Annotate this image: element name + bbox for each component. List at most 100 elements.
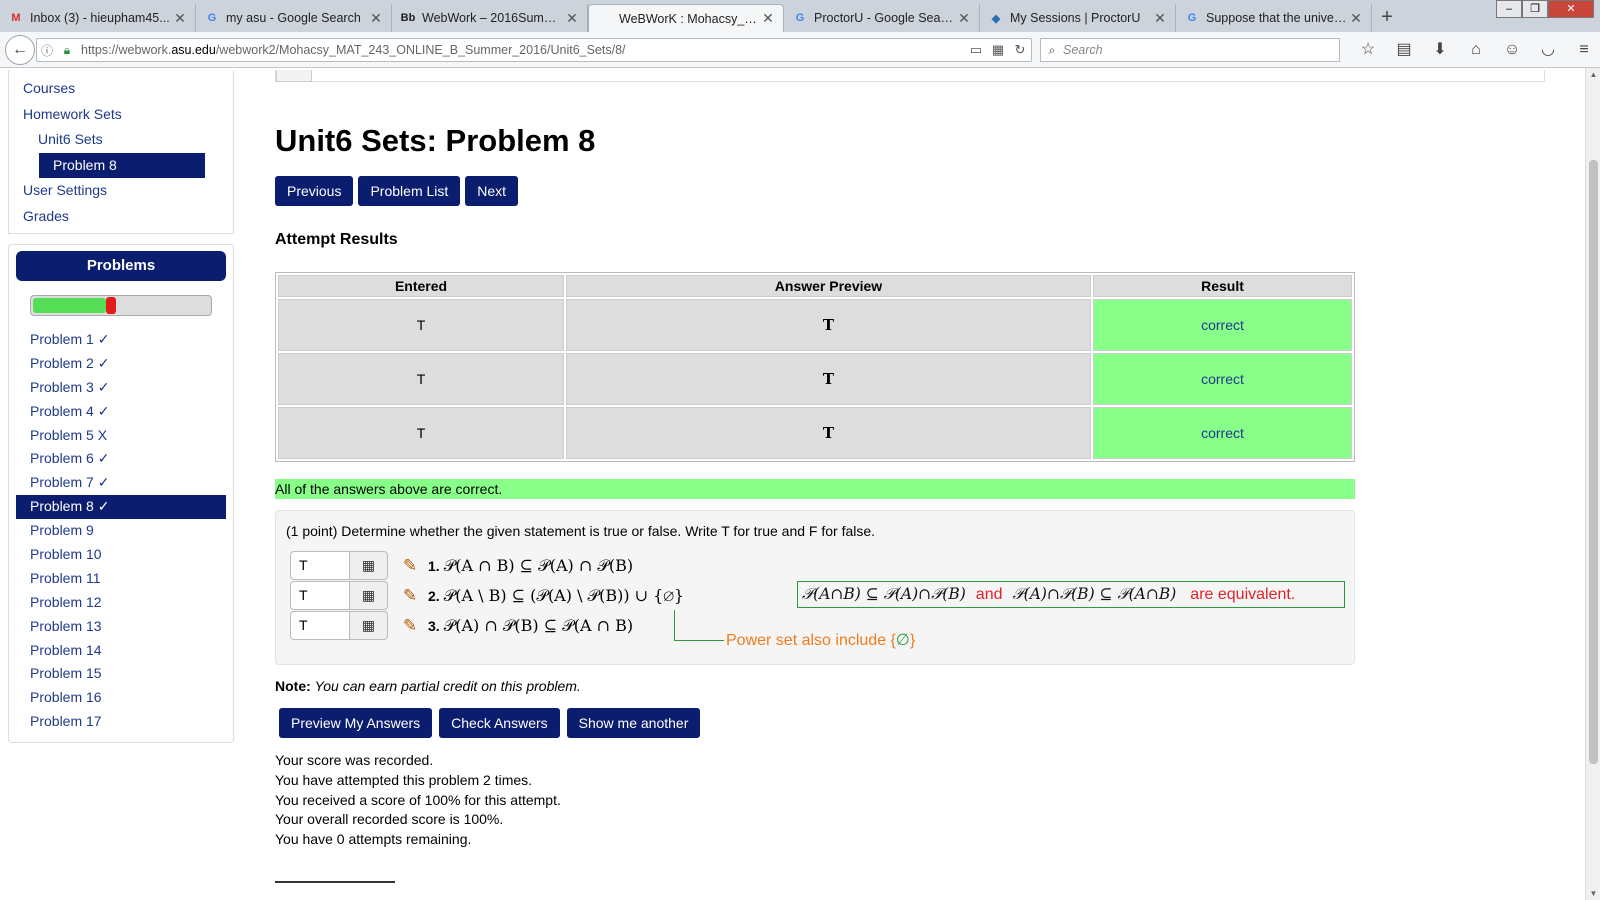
browser-tab-bar: M Inbox (3) - hieupham45... ✕ Gmy asu - Goo…: [0, 0, 1600, 32]
browser-tab[interactable]: Bb WebWork – 2016Summer... ✕: [392, 4, 588, 32]
sidebar-link-homework-sets[interactable]: Homework Sets: [9, 102, 233, 128]
browser-tab[interactable]: M Inbox (3) - hieupham45... ✕: [0, 4, 196, 32]
sidebar-link-unit6-sets[interactable]: Unit6 Sets: [9, 127, 233, 153]
answer-number: 3.: [428, 617, 440, 634]
show-me-another-button[interactable]: Show me another: [566, 708, 701, 738]
google-icon: G: [207, 12, 217, 24]
scroll-down-icon[interactable]: ▼: [1586, 889, 1600, 898]
equation-editor-icon[interactable]: ▦: [350, 611, 388, 640]
google-icon: G: [795, 12, 805, 24]
pencil-icon[interactable]: ✎: [396, 556, 424, 576]
preview-cell: T: [566, 353, 1091, 405]
chat-icon[interactable]: ☺: [1494, 38, 1530, 62]
powerset-annotation: Power set also include {∅}: [726, 632, 916, 649]
problem-link[interactable]: Problem 2 ✓: [16, 352, 226, 376]
problem-link[interactable]: Problem 15: [16, 662, 226, 686]
score-line: You received a score of 100% for this at…: [275, 791, 561, 808]
tab-close-icon[interactable]: ✕: [1349, 10, 1363, 27]
tab-close-icon[interactable]: ✕: [957, 10, 971, 27]
browser-tab[interactable]: ◆ My Sessions | ProctorU ✕: [980, 4, 1176, 32]
problem-link[interactable]: Problem 12: [16, 591, 226, 615]
attempt-results-table: Entered Answer Preview Result T Tcorrect T…: [275, 272, 1355, 462]
problem-link[interactable]: Problem 10: [16, 543, 226, 567]
blank-tab-icon: [597, 11, 613, 27]
tab-close-icon[interactable]: ✕: [1153, 10, 1167, 27]
extension-icon[interactable]: ▦: [987, 42, 1009, 58]
problem-link[interactable]: Problem 4 ✓: [16, 400, 226, 424]
browser-tab[interactable]: G Suppose that the univers... ✕: [1176, 4, 1372, 32]
equation-editor-icon[interactable]: ▦: [350, 581, 388, 610]
browser-nav-bar: ← ⓘ 🔒︎ https://webwork.asu.edu/webwork2/…: [0, 32, 1600, 68]
sidebar-link-courses[interactable]: Courses: [9, 76, 233, 102]
new-tab-button[interactable]: +: [1372, 4, 1402, 32]
problem-link[interactable]: Problem 3 ✓: [16, 376, 226, 400]
search-bar[interactable]: ⌕ Search: [1040, 38, 1340, 62]
page-scrollbar[interactable]: ▲ ▼: [1585, 68, 1600, 900]
reading-list-icon[interactable]: ▤: [1386, 38, 1422, 62]
equiv-tail: are equivalent.: [1190, 585, 1296, 603]
equation-editor-icon[interactable]: ▦: [350, 551, 388, 580]
pencil-icon[interactable]: ✎: [396, 616, 424, 636]
lock-icon: 🔒︎: [63, 42, 71, 57]
sidebar-link-user-settings[interactable]: User Settings: [9, 178, 233, 204]
restore-button[interactable]: ❐: [1522, 0, 1548, 18]
score-line: Your overall recorded score is 100%.: [275, 811, 504, 828]
entered-cell: T: [278, 353, 564, 405]
preview-cell: T: [566, 299, 1091, 351]
check-answers-button[interactable]: Check Answers: [439, 708, 560, 738]
download-icon[interactable]: ⬇: [1422, 38, 1458, 62]
results-row: T Tcorrect: [278, 407, 1352, 459]
bookmark-star-icon[interactable]: ☆: [1350, 38, 1386, 62]
answer-statement: 3. 𝒫(A) ∩ 𝒫(B) ⊆ 𝒫(A ∩ B): [428, 616, 633, 636]
back-button[interactable]: ←: [5, 34, 35, 65]
info-icon[interactable]: ⓘ: [37, 42, 57, 59]
home-icon[interactable]: ⌂: [1458, 38, 1494, 62]
results-row: T Tcorrect: [278, 353, 1352, 405]
previous-button[interactable]: Previous: [275, 176, 354, 206]
next-button[interactable]: Next: [465, 176, 519, 206]
search-placeholder: Search: [1063, 43, 1103, 57]
sidebar: Courses Homework Sets Unit6 Sets Problem 8U…: [8, 70, 234, 744]
browser-tab[interactable]: WeBWorK : Mohacsy_M... ✕: [588, 4, 784, 32]
tab-close-icon[interactable]: ✕: [761, 10, 775, 27]
tab-close-icon[interactable]: ✕: [369, 10, 383, 27]
pencil-icon[interactable]: ✎: [396, 586, 424, 606]
scroll-thumb[interactable]: [1589, 160, 1598, 764]
reload-icon[interactable]: ↻: [1009, 42, 1031, 58]
answer-input[interactable]: T: [290, 581, 350, 610]
url-bar[interactable]: ⓘ 🔒︎ https://webwork.asu.edu/webwork2/Mo…: [36, 38, 1032, 62]
problem-link[interactable]: Problem 5 X: [16, 424, 226, 448]
tab-close-icon[interactable]: ✕: [565, 10, 579, 27]
problem-link[interactable]: Problem 17: [16, 710, 226, 734]
pocket-icon[interactable]: ◡: [1530, 38, 1566, 62]
problem-link[interactable]: Problem 9: [16, 519, 226, 543]
tab-close-icon[interactable]: ✕: [173, 10, 187, 27]
sidebar-link-problem-8[interactable]: Problem 8: [39, 152, 205, 178]
window-close-button[interactable]: ✕: [1548, 0, 1594, 18]
annotation-connector-vertical: [674, 610, 675, 640]
reader-view-icon[interactable]: ▭: [965, 42, 987, 58]
browser-tab[interactable]: Gmy asu - Google Search ✕: [196, 4, 392, 32]
answer-expression: 𝒫(A ∩ B) ⊆ 𝒫(A) ∩ 𝒫(B): [443, 555, 634, 575]
problem-link[interactable]: Problem 7 ✓: [16, 471, 226, 495]
problem-link[interactable]: Problem 8 ✓: [16, 495, 226, 520]
browser-tab[interactable]: G ProctorU - Google Search ✕: [784, 4, 980, 32]
answer-input[interactable]: T: [290, 611, 350, 640]
problem-link[interactable]: Problem 6 ✓: [16, 447, 226, 471]
problem-link[interactable]: Problem 11: [16, 567, 226, 591]
problem-list-button[interactable]: Problem List: [358, 176, 461, 206]
problem-link[interactable]: Problem 13: [16, 615, 226, 639]
problem-link[interactable]: Problem 16: [16, 686, 226, 710]
preview-my-answers-button[interactable]: Preview My Answers: [279, 708, 433, 738]
answer-input[interactable]: T: [290, 551, 350, 580]
tab-title: Suppose that the univers...: [1206, 11, 1349, 25]
problem-link[interactable]: Problem 1 ✓: [16, 328, 226, 352]
equivalence-annotation: 𝒫(A∩B) ⊆ 𝒫(A)∩𝒫(B) and 𝒫(A)∩𝒫(B) ⊆ 𝒫(A∩B…: [797, 581, 1345, 608]
answer-number: 1.: [428, 557, 440, 574]
problem-link[interactable]: Problem 14: [16, 639, 226, 663]
scroll-up-icon[interactable]: ▲: [1586, 70, 1600, 79]
sidebar-link-grades[interactable]: Grades: [9, 204, 233, 230]
url-text[interactable]: https://webwork.asu.edu/webwork2/Mohacsy…: [77, 43, 965, 57]
minimize-button[interactable]: –: [1496, 0, 1522, 18]
menu-icon[interactable]: ≡: [1566, 38, 1600, 62]
